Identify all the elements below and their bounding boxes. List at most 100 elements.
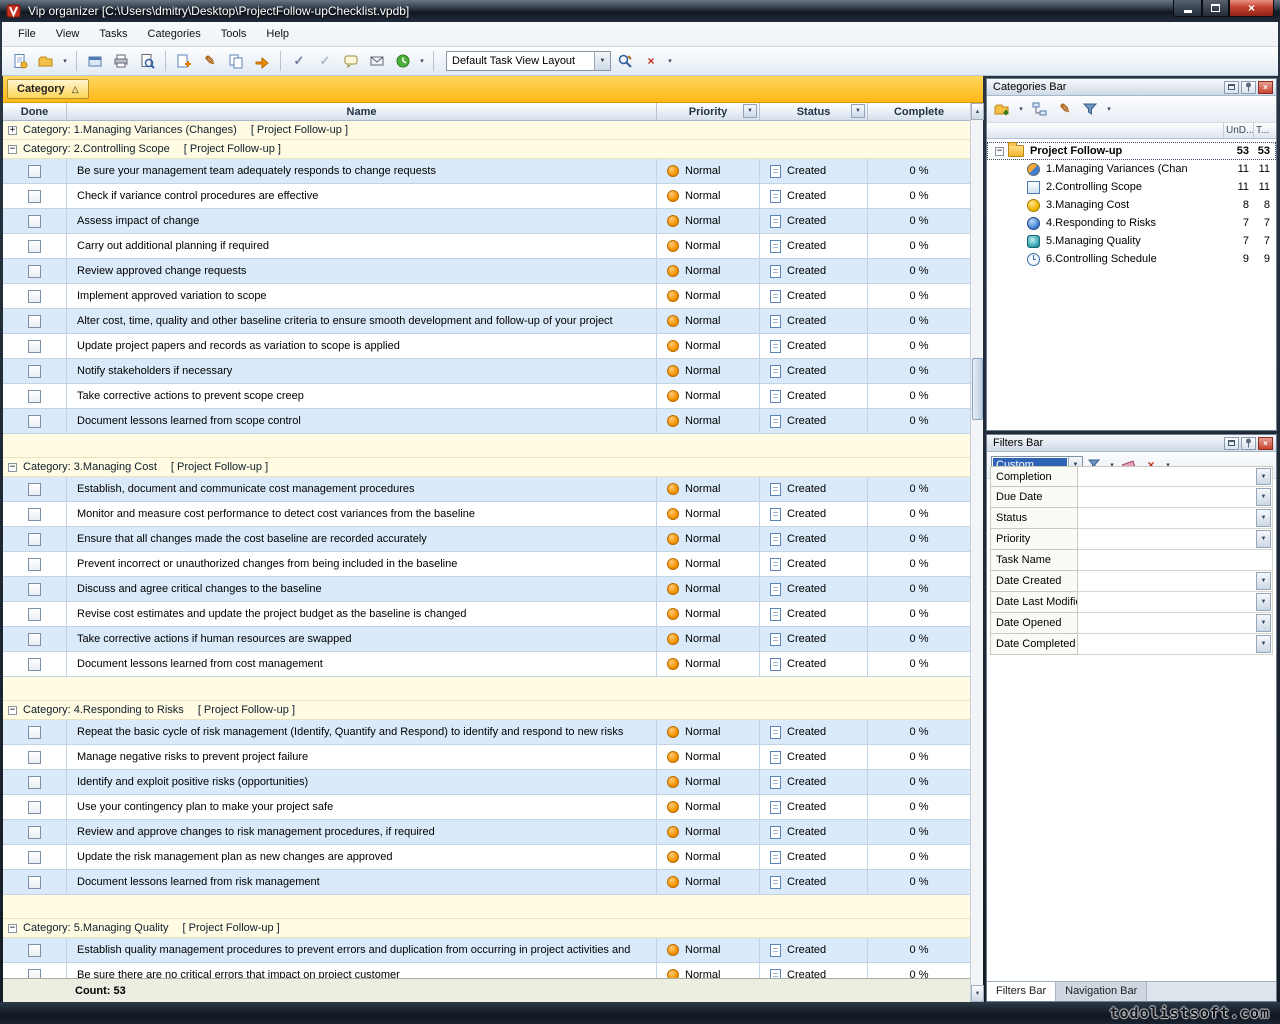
group-expander[interactable]: − [8, 462, 17, 472]
tab-navigation-bar[interactable]: Navigation Bar [1056, 982, 1148, 1001]
task-done-checkbox[interactable] [28, 314, 41, 328]
menu-view[interactable]: View [46, 24, 90, 44]
duplicate-task-button[interactable] [224, 49, 248, 73]
task-name-cell[interactable]: Update project papers and records as var… [67, 334, 657, 359]
task-priority-cell[interactable]: Normal [657, 745, 760, 770]
print-button[interactable] [109, 49, 133, 73]
task-done-checkbox[interactable] [28, 214, 41, 228]
edit-task-button[interactable]: ✎ [198, 49, 222, 73]
task-name-cell[interactable]: Establish quality management procedures … [67, 938, 657, 963]
task-status-cell[interactable]: Created [760, 795, 868, 820]
task-status-cell[interactable]: Created [760, 963, 868, 978]
export-button[interactable] [83, 49, 107, 73]
task-priority-cell[interactable]: Normal [657, 845, 760, 870]
task-name-cell[interactable]: Identify and exploit positive risks (opp… [67, 770, 657, 795]
task-complete-cell[interactable]: 0 % [868, 284, 970, 309]
tree-category-row[interactable]: 6.Controlling Schedule 99 [987, 250, 1276, 268]
task-priority-cell[interactable]: Normal [657, 209, 760, 234]
filter-value-cell[interactable]: ▼ [1078, 613, 1273, 634]
task-row[interactable]: Review approved change requests Normal C… [3, 259, 970, 284]
task-status-cell[interactable]: Created [760, 720, 868, 745]
task-complete-cell[interactable]: 0 % [868, 209, 970, 234]
menu-tasks[interactable]: Tasks [89, 24, 137, 44]
filter-value-cell[interactable]: ▼ [1078, 508, 1273, 529]
task-name-cell[interactable]: Ensure that all changes made the cost ba… [67, 527, 657, 552]
task-status-cell[interactable]: Created [760, 477, 868, 502]
task-complete-cell[interactable]: 0 % [868, 184, 970, 209]
scroll-down-button[interactable]: ▼ [971, 985, 984, 1002]
task-done-checkbox[interactable] [28, 239, 41, 253]
task-priority-cell[interactable]: Normal [657, 795, 760, 820]
task-done-checkbox[interactable] [28, 339, 41, 353]
task-done-checkbox[interactable] [28, 943, 41, 957]
task-row[interactable]: Discuss and agree critical changes to th… [3, 577, 970, 602]
task-complete-cell[interactable]: 0 % [868, 234, 970, 259]
task-status-cell[interactable]: Created [760, 845, 868, 870]
reminder-dropdown-icon[interactable]: ▾ [417, 57, 427, 65]
category-group-row[interactable]: − Category: 4.Responding to Risks [ Proj… [3, 701, 970, 720]
task-complete-cell[interactable]: 0 % [868, 720, 970, 745]
task-priority-cell[interactable]: Normal [657, 577, 760, 602]
task-priority-cell[interactable]: Normal [657, 409, 760, 434]
group-by-category-chip[interactable]: Category △ [7, 79, 89, 99]
task-status-cell[interactable]: Created [760, 820, 868, 845]
task-name-cell[interactable]: Be sure your management team adequately … [67, 159, 657, 184]
filters-close-button[interactable]: × [1258, 436, 1273, 450]
task-status-cell[interactable]: Created [760, 938, 868, 963]
categories-close-button[interactable]: × [1258, 80, 1273, 94]
group-expander[interactable]: − [8, 923, 17, 933]
task-name-cell[interactable]: Carry out additional planning if require… [67, 234, 657, 259]
task-complete-cell[interactable]: 0 % [868, 820, 970, 845]
task-priority-cell[interactable]: Normal [657, 652, 760, 677]
task-done-checkbox[interactable] [28, 725, 41, 739]
task-status-cell[interactable]: Created [760, 627, 868, 652]
task-name-cell[interactable]: Document lessons learned from cost manag… [67, 652, 657, 677]
menu-help[interactable]: Help [256, 24, 299, 44]
reminder-button[interactable] [391, 49, 415, 73]
task-row[interactable]: Review and approve changes to risk manag… [3, 820, 970, 845]
task-name-cell[interactable]: Use your contingency plan to make your p… [67, 795, 657, 820]
task-complete-cell[interactable]: 0 % [868, 259, 970, 284]
layout-combo-arrow-icon[interactable]: ▼ [594, 52, 610, 70]
category-filter-dropdown-icon[interactable]: ▾ [1104, 105, 1114, 113]
filters-pin-button[interactable] [1241, 436, 1256, 450]
task-priority-cell[interactable]: Normal [657, 334, 760, 359]
task-status-cell[interactable]: Created [760, 234, 868, 259]
filter-value-cell[interactable]: ▼ [1078, 487, 1273, 508]
filter-value-cell[interactable]: ▼ [1078, 592, 1273, 613]
column-header-priority[interactable]: Priority ▼ [657, 103, 760, 120]
task-complete-cell[interactable]: 0 % [868, 870, 970, 895]
task-priority-cell[interactable]: Normal [657, 359, 760, 384]
task-priority-cell[interactable]: Normal [657, 502, 760, 527]
task-name-cell[interactable]: Take corrective actions to prevent scope… [67, 384, 657, 409]
task-name-cell[interactable]: Check if variance control procedures are… [67, 184, 657, 209]
task-name-cell[interactable]: Notify stakeholders if necessary [67, 359, 657, 384]
vertical-scrollbar[interactable]: ▲ ▼ [970, 103, 984, 1002]
task-done-checkbox[interactable] [28, 507, 41, 521]
column-header-done[interactable]: Done [3, 103, 67, 120]
task-priority-cell[interactable]: Normal [657, 159, 760, 184]
categories-restore-button[interactable] [1224, 80, 1239, 94]
filter-value-cell[interactable]: ▼ [1078, 634, 1273, 655]
task-complete-cell[interactable]: 0 % [868, 384, 970, 409]
filter-dropdown-button[interactable]: ▼ [1256, 468, 1271, 485]
task-name-cell[interactable]: Review approved change requests [67, 259, 657, 284]
task-status-cell[interactable]: Created [760, 745, 868, 770]
task-complete-cell[interactable]: 0 % [868, 409, 970, 434]
menu-categories[interactable]: Categories [138, 24, 211, 44]
edit-layout-button[interactable] [613, 49, 637, 73]
task-status-cell[interactable]: Created [760, 284, 868, 309]
task-priority-cell[interactable]: Normal [657, 627, 760, 652]
task-priority-cell[interactable]: Normal [657, 477, 760, 502]
filter-value-cell[interactable]: ▼ [1078, 550, 1273, 571]
delete-layout-button[interactable]: × [639, 49, 663, 73]
task-row[interactable]: Prevent incorrect or unauthorized change… [3, 552, 970, 577]
task-complete-cell[interactable]: 0 % [868, 602, 970, 627]
task-complete-cell[interactable]: 0 % [868, 627, 970, 652]
group-expander[interactable]: − [8, 144, 17, 154]
column-header-name[interactable]: Name [67, 103, 657, 120]
task-done-checkbox[interactable] [28, 800, 41, 814]
task-row[interactable]: Notify stakeholders if necessary Normal … [3, 359, 970, 384]
task-name-cell[interactable]: Document lessons learned from scope cont… [67, 409, 657, 434]
task-priority-cell[interactable]: Normal [657, 938, 760, 963]
